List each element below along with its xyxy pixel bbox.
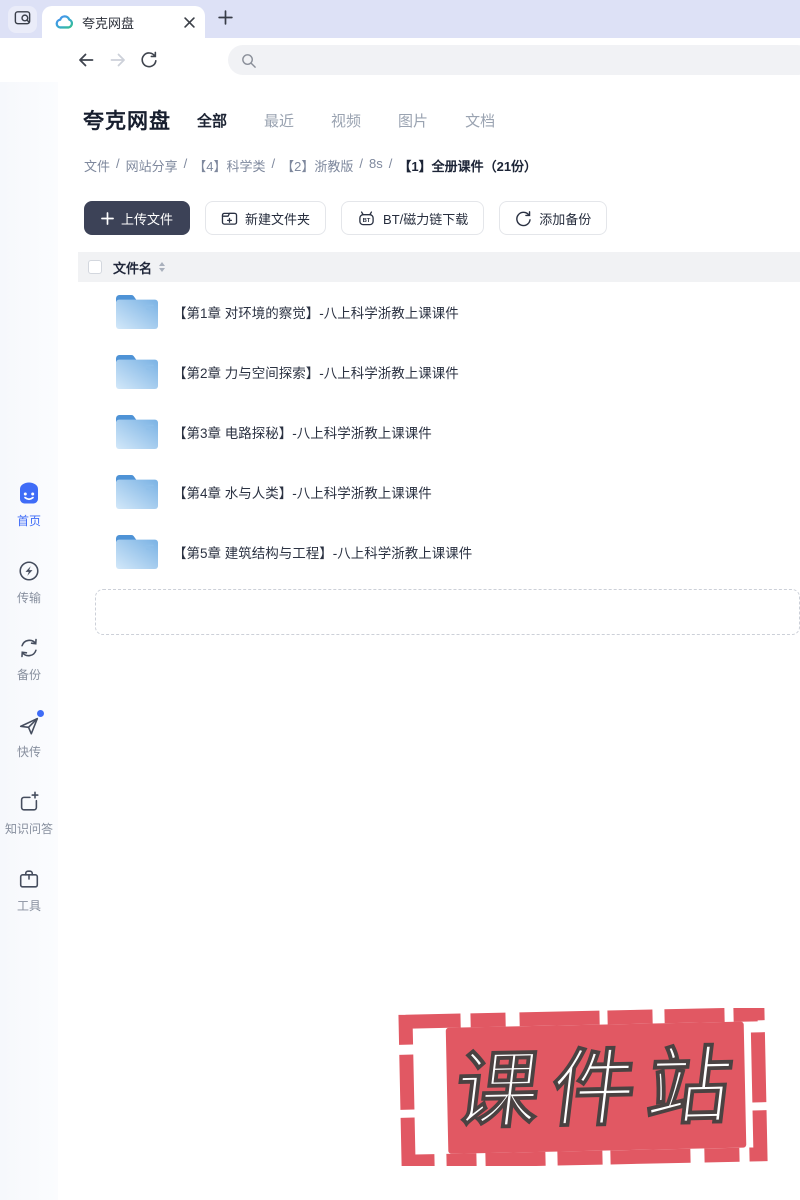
new-folder-label: 新建文件夹 bbox=[245, 211, 311, 227]
stamp-border bbox=[398, 1007, 768, 1169]
breadcrumb-item[interactable]: 8s bbox=[369, 156, 383, 175]
file-list: 【第1章 对环境的察觉】-八上科学浙教上课课件 【第2章 力与空间探索】-八上科… bbox=[58, 282, 800, 582]
forward-button[interactable] bbox=[108, 50, 128, 75]
sidebar-item-backup[interactable]: 备份 bbox=[0, 635, 58, 683]
folder-icon bbox=[113, 532, 161, 572]
filename-column-header: 文件名 bbox=[113, 260, 153, 276]
breadcrumb-current: 【1】全册课件（21份） bbox=[398, 159, 538, 174]
backup-sync-icon bbox=[17, 635, 41, 661]
file-row[interactable]: 【第4章 水与人类】-八上科学浙教上课课件 bbox=[78, 462, 800, 522]
transfer-bolt-icon bbox=[17, 558, 41, 584]
main-content: 夸克网盘 全部 最近 视频 图片 文档 文件 / 网站分享 / 【4】科学类 /… bbox=[58, 82, 800, 635]
file-name: 【第5章 建筑结构与工程】-八上科学浙教上课课件 bbox=[173, 546, 473, 561]
folder-icon bbox=[113, 292, 161, 332]
file-name: 【第4章 水与人类】-八上科学浙教上课课件 bbox=[173, 486, 432, 501]
watermark-stamp: 课件站 bbox=[397, 1007, 769, 1171]
sidebar-item-label: 知识问答 bbox=[4, 822, 53, 836]
sidebar-item-label: 传输 bbox=[16, 591, 41, 605]
folder-icon bbox=[113, 352, 161, 392]
plus-icon bbox=[101, 211, 114, 225]
breadcrumb: 文件 / 网站分享 / 【4】科学类 / 【2】浙教版 / 8s / 【1】全册… bbox=[84, 156, 800, 175]
sync-icon bbox=[516, 210, 531, 226]
knowledge-qa-icon bbox=[17, 789, 41, 815]
tab-image[interactable]: 图片 bbox=[398, 110, 428, 131]
folder-plus-icon bbox=[221, 212, 238, 225]
sidebar-item-transfer[interactable]: 传输 bbox=[0, 558, 58, 606]
browser-window: 夸克网盘 首页 传输 备份 快传 知识问答 工具 夸克网盘 全部 最近 视频 图… bbox=[0, 0, 800, 1200]
file-row[interactable]: 【第3章 电路探秘】-八上科学浙教上课课件 bbox=[78, 402, 800, 462]
sidebar-item-tools[interactable]: 工具 bbox=[0, 866, 58, 914]
add-backup-button[interactable]: 添加备份 bbox=[499, 201, 608, 235]
sidebar-item-label: 备份 bbox=[16, 668, 41, 682]
browser-tab[interactable]: 夸克网盘 bbox=[42, 6, 205, 38]
new-tab-button[interactable] bbox=[212, 8, 238, 32]
sidebar-item-home[interactable]: 首页 bbox=[0, 481, 58, 529]
svg-text:BT: BT bbox=[363, 217, 371, 223]
sidebar-item-quick-send[interactable]: 快传 bbox=[0, 710, 58, 760]
breadcrumb-separator: / bbox=[183, 156, 188, 171]
sidebar: 首页 传输 备份 快传 知识问答 工具 bbox=[0, 82, 58, 1200]
breadcrumb-item[interactable]: 【4】科学类 bbox=[193, 156, 265, 175]
close-icon[interactable] bbox=[184, 16, 195, 28]
notification-badge bbox=[37, 710, 44, 717]
new-folder-button[interactable]: 新建文件夹 bbox=[205, 201, 327, 235]
breadcrumb-separator: / bbox=[388, 156, 393, 171]
address-bar[interactable] bbox=[228, 45, 800, 75]
back-button[interactable] bbox=[76, 50, 96, 75]
tab-recent[interactable]: 最近 bbox=[264, 110, 294, 131]
sort-arrows-icon[interactable] bbox=[159, 262, 166, 272]
bt-robot-icon: BT bbox=[359, 210, 374, 225]
file-list-header: 文件名 bbox=[78, 252, 800, 282]
breadcrumb-separator: / bbox=[271, 156, 276, 171]
file-row[interactable]: 【第5章 建筑结构与工程】-八上科学浙教上课课件 bbox=[78, 522, 800, 582]
action-buttons: 上传文件 新建文件夹 BT BT/磁力链下载 添加备份 bbox=[84, 201, 800, 235]
arrow-right-icon bbox=[110, 53, 125, 67]
file-name: 【第1章 对环境的察觉】-八上科学浙教上课课件 bbox=[173, 306, 459, 321]
breadcrumb-separator: / bbox=[116, 156, 120, 171]
breadcrumb-item[interactable]: 网站分享 bbox=[126, 156, 178, 175]
window-search-icon bbox=[13, 8, 32, 32]
add-backup-label: 添加备份 bbox=[539, 211, 592, 227]
home-smile-icon bbox=[16, 481, 42, 507]
folder-icon bbox=[113, 412, 161, 452]
breadcrumb-item[interactable]: 文件 bbox=[84, 156, 110, 175]
tab-document[interactable]: 文档 bbox=[465, 110, 495, 131]
sidebar-item-knowledge-qa[interactable]: 知识问答 bbox=[0, 789, 58, 837]
bt-magnet-download-label: BT/磁力链下载 bbox=[383, 211, 469, 227]
sidebar-item-label: 首页 bbox=[16, 514, 41, 528]
breadcrumb-item[interactable]: 【2】浙教版 bbox=[281, 156, 353, 175]
file-name: 【第2章 力与空间探索】-八上科学浙教上课课件 bbox=[173, 366, 459, 381]
quark-cloud-logo-icon bbox=[54, 13, 73, 32]
folder-icon bbox=[113, 472, 161, 512]
arrow-left-icon bbox=[79, 53, 94, 67]
category-tabs: 全部 最近 视频 图片 文档 bbox=[197, 110, 495, 131]
file-name: 【第3章 电路探秘】-八上科学浙教上课课件 bbox=[173, 426, 432, 441]
upload-dropzone[interactable] bbox=[95, 589, 800, 635]
select-all-checkbox[interactable] bbox=[88, 260, 102, 274]
browser-toolbar bbox=[0, 38, 800, 82]
breadcrumb-separator: / bbox=[359, 156, 363, 171]
browser-tab-bar: 夸克网盘 bbox=[0, 0, 800, 38]
upload-file-label: 上传文件 bbox=[121, 211, 174, 227]
page-title: 夸克网盘 bbox=[83, 110, 171, 133]
tab-title: 夸克网盘 bbox=[82, 15, 135, 31]
refresh-button[interactable] bbox=[139, 50, 158, 74]
file-row[interactable]: 【第1章 对环境的察觉】-八上科学浙教上课课件 bbox=[78, 282, 800, 342]
bt-magnet-download-button[interactable]: BT BT/磁力链下载 bbox=[341, 201, 485, 235]
refresh-icon bbox=[141, 51, 157, 68]
tab-all[interactable]: 全部 bbox=[197, 110, 227, 131]
quick-send-icon bbox=[17, 710, 44, 738]
stamp-fill bbox=[445, 1021, 747, 1154]
tab-search-button[interactable] bbox=[8, 6, 37, 33]
sidebar-item-label: 快传 bbox=[16, 745, 41, 759]
tab-video[interactable]: 视频 bbox=[331, 110, 361, 131]
file-row[interactable]: 【第2章 力与空间探索】-八上科学浙教上课课件 bbox=[78, 342, 800, 402]
stamp-text: 课件站 bbox=[450, 1039, 749, 1139]
toolbox-icon bbox=[17, 866, 41, 892]
search-icon bbox=[240, 52, 257, 69]
plus-icon bbox=[217, 9, 234, 31]
sidebar-item-label: 工具 bbox=[16, 899, 41, 913]
upload-file-button[interactable]: 上传文件 bbox=[84, 201, 191, 235]
